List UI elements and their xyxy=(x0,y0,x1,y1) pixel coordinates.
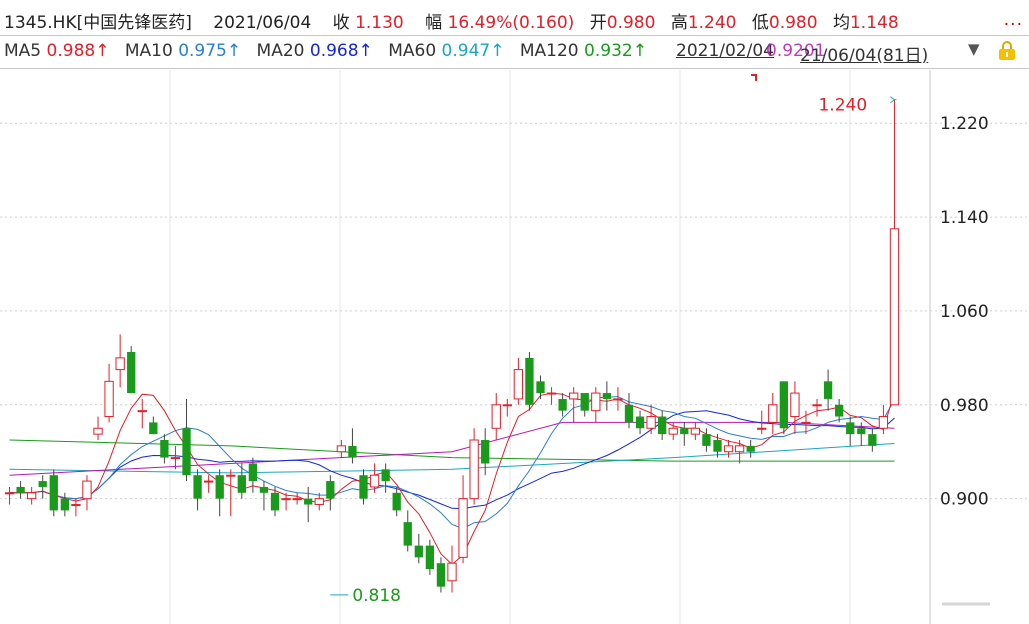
candle-body xyxy=(414,545,423,558)
candle-body xyxy=(137,410,147,413)
candle-body xyxy=(558,398,567,411)
candle-body xyxy=(248,463,258,482)
candle-body xyxy=(613,398,623,401)
candle-body xyxy=(348,445,357,458)
candle-body xyxy=(602,393,612,399)
candle-body xyxy=(170,457,181,460)
candle-body xyxy=(513,369,524,400)
candle-body xyxy=(281,498,291,501)
y-tick-label: 1.060 xyxy=(940,302,989,322)
candle-body xyxy=(359,475,368,499)
candle-body xyxy=(392,492,401,511)
candle-body xyxy=(591,392,601,412)
candle-body xyxy=(680,428,689,435)
candle-body xyxy=(314,498,324,506)
candle-body xyxy=(215,475,224,499)
ma120-line xyxy=(9,439,895,462)
candle-body xyxy=(336,445,347,453)
cursor-tick xyxy=(751,74,757,81)
candle-body xyxy=(536,381,545,394)
candle-body xyxy=(381,469,390,482)
low-annotation: 0.818 xyxy=(352,586,401,606)
candle-body xyxy=(790,392,800,418)
candle-body xyxy=(878,416,889,429)
candle-body xyxy=(846,422,855,435)
candle-body xyxy=(580,393,589,411)
candle-body xyxy=(16,486,25,493)
candle-body xyxy=(304,498,313,505)
candle-body xyxy=(326,481,335,499)
candle-body xyxy=(292,498,302,501)
candle-body xyxy=(779,381,788,429)
candle-body xyxy=(668,427,678,435)
candle-body xyxy=(149,422,158,435)
candle-body xyxy=(857,428,866,435)
candle-body xyxy=(569,392,579,400)
candle-body xyxy=(447,562,457,582)
candle-body xyxy=(868,434,877,446)
candle-body xyxy=(27,492,37,500)
candle-body xyxy=(801,421,811,424)
candle-body xyxy=(734,445,745,453)
y-tick-label: 1.220 xyxy=(940,114,989,134)
candle-body xyxy=(71,504,81,507)
candle-body xyxy=(127,352,136,394)
candle-body xyxy=(60,498,69,511)
candle-body xyxy=(746,445,755,452)
candle-body xyxy=(502,404,512,407)
candle-body xyxy=(491,404,501,429)
candle-body xyxy=(658,416,667,435)
candle-body xyxy=(193,475,202,499)
candle-body xyxy=(646,416,656,429)
candle-body xyxy=(259,486,269,493)
y-tick-label: 0.980 xyxy=(940,396,989,416)
candle-body xyxy=(160,440,169,458)
candle-body xyxy=(481,440,490,464)
candle-body xyxy=(624,404,634,423)
candle-body xyxy=(723,445,734,453)
candle-body xyxy=(469,439,479,500)
candle-body xyxy=(270,492,280,511)
candle-body xyxy=(4,492,15,495)
candle-body xyxy=(713,440,722,452)
candle-body xyxy=(369,474,380,488)
candle-body xyxy=(38,481,47,487)
candle-body xyxy=(835,404,844,417)
high-marker-arrow xyxy=(890,96,896,104)
candle-body xyxy=(768,404,778,423)
candle-body xyxy=(757,427,767,430)
candle-body xyxy=(182,428,191,476)
candle-body xyxy=(702,434,711,446)
candlestick-chart: 1.220 1.140 1.060 0.980 0.900 1.240 0.818 xyxy=(0,70,1029,624)
candle-body xyxy=(823,381,833,399)
y-tick-label: 0.900 xyxy=(940,490,989,510)
candle-body xyxy=(49,475,58,511)
candle-body xyxy=(690,427,701,435)
candle-body xyxy=(93,427,103,435)
candle-body xyxy=(812,404,822,407)
candle-body xyxy=(546,392,557,395)
candle-body xyxy=(525,357,534,405)
high-annotation: 1.240 xyxy=(818,96,867,116)
candle-body xyxy=(458,498,468,558)
candle-body xyxy=(104,380,114,418)
candle-body xyxy=(436,563,446,587)
candle-body xyxy=(237,475,246,493)
candle-body xyxy=(403,522,412,546)
candle-body xyxy=(226,474,236,477)
candle-body xyxy=(203,480,214,483)
y-tick-label: 1.140 xyxy=(940,208,989,228)
candle-body xyxy=(635,416,645,429)
candle-body xyxy=(82,480,92,500)
candle-body xyxy=(889,228,900,406)
candle-body xyxy=(115,357,125,371)
candle-body xyxy=(425,545,435,570)
